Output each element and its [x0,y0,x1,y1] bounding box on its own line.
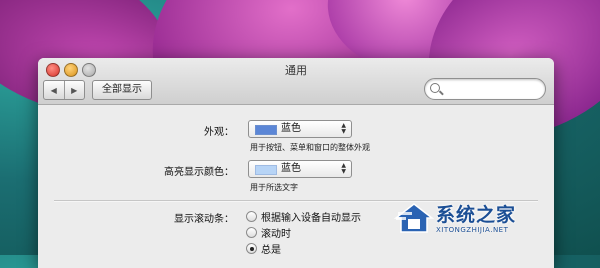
popup-arrows-icon: ▲ ▼ [341,162,346,175]
search-input[interactable] [443,81,541,97]
search-icon [430,83,440,93]
watermark-url: XITONGZHIJIA.NET [436,226,509,234]
radio-label: 滚动时 [261,229,291,240]
radio-label: 根据输入设备自动显示 [261,213,361,224]
appearance-hint: 用于按钮、菜单和窗口的整体外观 [250,143,370,152]
nav-button-group: ◀ ▶ [43,80,85,100]
scrollbars-label: 显示滚动条： [174,214,234,225]
forward-button[interactable]: ▶ [63,81,85,99]
highlight-hint: 用于所选文字 [250,183,298,192]
highlight-color-swatch [255,165,277,175]
search-field[interactable] [424,78,546,100]
appearance-selected: 蓝色 [281,123,301,134]
back-arrow-icon: ◀ [50,85,57,95]
show-all-button[interactable]: 全部显示 [92,80,152,100]
popup-arrows-icon: ▲ ▼ [341,122,346,135]
highlight-selected: 蓝色 [281,163,301,174]
title-bar: 通用 ◀ ▶ 全部显示 [38,58,554,105]
appearance-color-swatch [255,125,277,135]
forward-arrow-icon: ▶ [71,85,78,95]
window-title: 通用 [285,64,307,77]
scrollbars-option-when-scrolling[interactable]: 滚动时 [246,225,291,240]
appearance-popup[interactable]: 蓝色 ▲ ▼ [248,120,352,138]
radio-button[interactable] [246,211,257,222]
house-logo-icon [394,203,434,233]
watermark-title: 系统之家 [436,204,517,226]
highlight-color-label: 高亮显示颜色： [164,167,234,178]
radio-button[interactable] [246,227,257,238]
radio-label: 总是 [261,245,281,256]
highlight-color-popup[interactable]: 蓝色 ▲ ▼ [248,160,352,178]
radio-button-selected[interactable] [246,243,257,254]
scrollbars-option-always[interactable]: 总是 [246,241,281,256]
appearance-label: 外观： [204,127,234,138]
site-watermark: 系统之家 XITONGZHIJIA.NET [394,196,594,244]
scrollbars-option-auto[interactable]: 根据输入设备自动显示 [246,209,361,224]
back-button[interactable]: ◀ [44,81,64,99]
